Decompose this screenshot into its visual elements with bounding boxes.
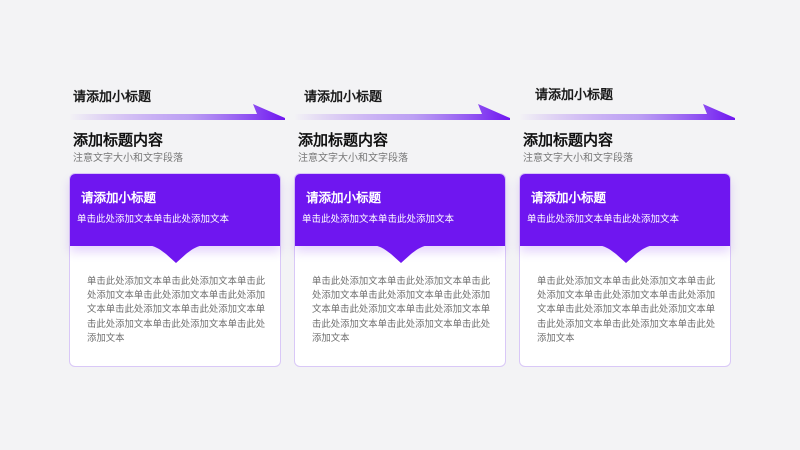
info-card: 请添加小标题 单击此处添加文本单击此处添加文本 单击此处添加文本单击此处添加文本… [519, 173, 731, 367]
section-subheading[interactable]: 注意文字大小和文字段落 [523, 153, 633, 165]
info-card: 请添加小标题 单击此处添加文本单击此处添加文本 单击此处添加文本单击此处添加文本… [294, 173, 506, 367]
arrow-subtitle[interactable]: 请添加小标题 [535, 88, 613, 104]
speech-notch-icon [134, 244, 218, 263]
column-3: 请添加小标题 添加标题内容 注意文字大小和文字段落 请添加小标题 单击此处添加文… [519, 0, 735, 450]
speech-notch-icon [584, 244, 668, 263]
card-header: 请添加小标题 单击此处添加文本单击此处添加文本 [295, 174, 505, 246]
arrow-icon [294, 104, 510, 120]
info-card: 请添加小标题 单击此处添加文本单击此处添加文本 单击此处添加文本单击此处添加文本… [69, 173, 281, 367]
arrow-icon [519, 104, 735, 120]
column-1: 请添加小标题 添加标题内容 注意文字大小和文字段落 请添加小标题 单击此处添加文… [69, 0, 285, 450]
card-description[interactable]: 单击此处添加文本单击此处添加文本 [302, 214, 454, 226]
section-heading[interactable]: 添加标题内容 [523, 130, 613, 150]
card-header: 请添加小标题 单击此处添加文本单击此处添加文本 [520, 174, 730, 246]
card-body-text[interactable]: 单击此处添加文本单击此处添加文本单击此处添加文本单击此处添加文本单击此处添加文本… [537, 275, 719, 346]
card-title[interactable]: 请添加小标题 [81, 190, 156, 206]
card-title[interactable]: 请添加小标题 [306, 190, 381, 206]
arrow-icon [69, 104, 285, 120]
section-subheading[interactable]: 注意文字大小和文字段落 [73, 153, 183, 165]
card-description[interactable]: 单击此处添加文本单击此处添加文本 [77, 214, 229, 226]
card-title[interactable]: 请添加小标题 [531, 190, 606, 206]
section-subheading[interactable]: 注意文字大小和文字段落 [298, 153, 408, 165]
card-header: 请添加小标题 单击此处添加文本单击此处添加文本 [70, 174, 280, 246]
column-2: 请添加小标题 添加标题内容 注意文字大小和文字段落 请添加小标题 单击此处添加文… [294, 0, 510, 450]
section-heading[interactable]: 添加标题内容 [73, 130, 163, 150]
card-description[interactable]: 单击此处添加文本单击此处添加文本 [527, 214, 679, 226]
speech-notch-icon [359, 244, 443, 263]
section-heading[interactable]: 添加标题内容 [298, 130, 388, 150]
card-body-text[interactable]: 单击此处添加文本单击此处添加文本单击此处添加文本单击此处添加文本单击此处添加文本… [312, 275, 494, 346]
card-body-text[interactable]: 单击此处添加文本单击此处添加文本单击此处添加文本单击此处添加文本单击此处添加文本… [87, 275, 269, 346]
